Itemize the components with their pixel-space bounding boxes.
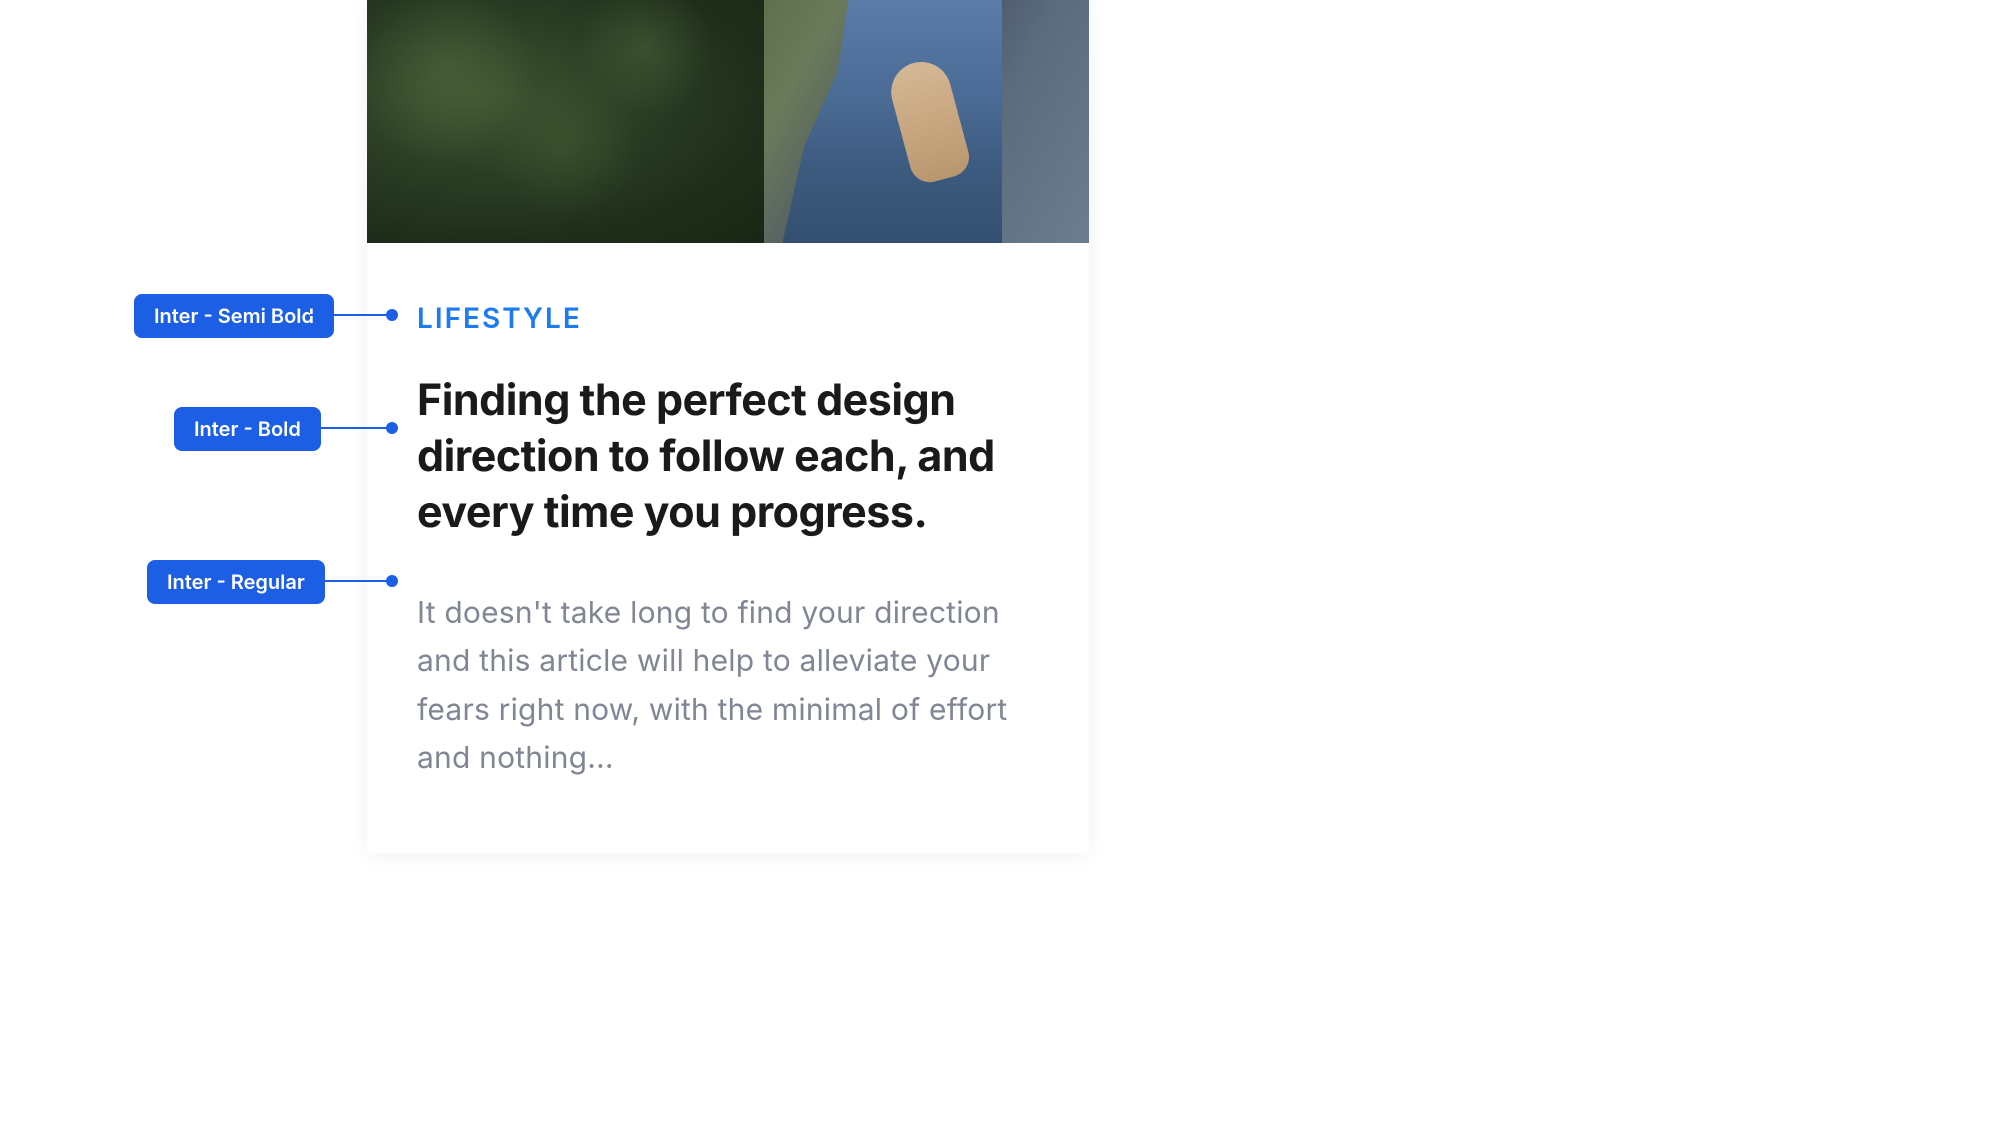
annotation-connector-line bbox=[310, 580, 390, 582]
annotation-label: Inter - Semi Bold bbox=[154, 304, 314, 328]
font-annotation-bold: Inter - Bold bbox=[174, 407, 321, 451]
annotation-label: Inter - Regular bbox=[167, 570, 305, 594]
article-excerpt: It doesn't take long to find your direct… bbox=[417, 589, 1039, 783]
annotation-connector-line bbox=[310, 314, 390, 316]
article-category: LIFESTYLE bbox=[417, 301, 1039, 335]
font-annotation-semibold: Inter - Semi Bold bbox=[134, 294, 334, 338]
article-content: LIFESTYLE Finding the perfect design dir… bbox=[367, 243, 1089, 853]
annotation-dot-icon bbox=[386, 422, 398, 434]
article-hero-image bbox=[367, 0, 1089, 243]
annotation-connector-line bbox=[310, 427, 390, 429]
article-title: Finding the perfect design direction to … bbox=[417, 373, 1039, 541]
article-card: LIFESTYLE Finding the perfect design dir… bbox=[367, 0, 1089, 853]
annotation-dot-icon bbox=[386, 309, 398, 321]
image-foliage bbox=[367, 0, 764, 243]
annotation-dot-icon bbox=[386, 575, 398, 587]
font-annotation-regular: Inter - Regular bbox=[147, 560, 325, 604]
annotation-label: Inter - Bold bbox=[194, 417, 301, 441]
